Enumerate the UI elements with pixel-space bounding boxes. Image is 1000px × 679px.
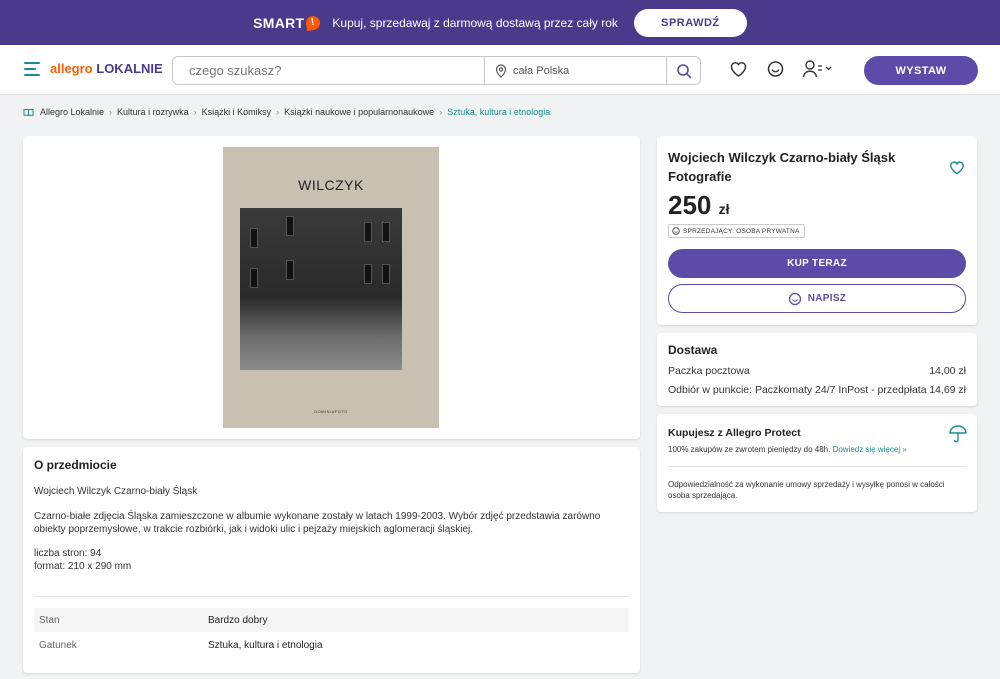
delivery-option: Odbiór w punkcie: Paczkomaty 24/7 InPost…: [668, 384, 966, 396]
delivery-option: Paczka pocztowa 14,00 zł: [668, 365, 966, 377]
price-value: 250: [668, 190, 712, 220]
breadcrumb: Allegro Lokalnie › Kultura i rozrywka › …: [23, 107, 550, 117]
delivery-card: Dostawa Paczka pocztowa 14,00 zł Odbiór …: [657, 333, 977, 406]
logo-lokalnie: LOKALNIE: [96, 61, 163, 76]
book-icon: [23, 108, 34, 116]
divider: [34, 596, 629, 597]
divider: [668, 466, 966, 467]
smart-logo: SMART !: [253, 14, 322, 31]
message-seller-button[interactable]: NAPISZ: [668, 284, 966, 313]
param-row: Gatunek Sztuka, kultura i etnologia: [34, 633, 629, 657]
price-currency: zł: [718, 201, 730, 217]
param-row: Stan Bardzo dobry: [34, 608, 629, 632]
smile-icon: [672, 227, 680, 235]
seller-responsibility-note: Odpowiedzialność za wykonanie umowy sprz…: [668, 480, 945, 500]
delivery-heading: Dostawa: [668, 343, 718, 357]
param-value: Bardzo dobry: [208, 614, 268, 626]
description-text: format: 210 x 290 mm: [34, 561, 132, 572]
item-description: O przedmiocie Wojciech Wilczyk Czarno-bi…: [23, 447, 640, 673]
messages-chat-icon[interactable]: [766, 60, 785, 78]
site-logo[interactable]: allegro LOKALNIE: [50, 61, 163, 76]
promo-banner: SMART ! Kupuj, sprzedawaj z darmową dost…: [0, 0, 1000, 45]
search-button[interactable]: [667, 57, 700, 84]
param-key: Gatunek: [39, 639, 77, 651]
delivery-name: Paczka pocztowa: [668, 365, 750, 377]
search-input[interactable]: czego szukasz?: [173, 57, 485, 84]
promo-check-button[interactable]: SPRAWDŹ: [633, 8, 747, 37]
cover-photograph: [240, 208, 402, 370]
description-text: Wojciech Wilczyk Czarno-biały Śląsk: [34, 486, 198, 497]
offer-price: 250 zł: [668, 190, 730, 221]
favorites-heart-icon[interactable]: [729, 60, 748, 78]
search-icon: [676, 63, 691, 78]
param-key: Stan: [39, 614, 60, 626]
breadcrumb-item[interactable]: Książki naukowe i popularnonaukowe: [284, 107, 434, 117]
user-menu-icon[interactable]: [802, 59, 832, 79]
site-header: allegro LOKALNIE czego szukasz? cała Pol…: [0, 45, 1000, 95]
product-photo[interactable]: WILCZYK DOMINIAFOTO: [223, 147, 439, 428]
breadcrumb-current[interactable]: Sztuka, kultura i etnologia: [447, 107, 550, 117]
menu-icon[interactable]: [24, 62, 40, 76]
message-label: NAPISZ: [807, 293, 847, 304]
breadcrumb-item[interactable]: Książki i Komiksy: [202, 107, 272, 117]
breadcrumb-item[interactable]: Allegro Lokalnie: [40, 107, 104, 117]
location-value: cała Polska: [513, 64, 570, 77]
cover-title: WILCZYK: [298, 177, 364, 193]
description-text: Czarno-białe zdjęcia Śląska zamieszczone…: [34, 511, 601, 535]
delivery-price: 14,69 zł: [929, 384, 966, 396]
location-pin-icon: [495, 63, 507, 78]
chat-icon: [788, 292, 801, 305]
smart-brand: SMART: [253, 14, 305, 31]
chevron-right-icon: ›: [276, 107, 280, 117]
logo-allegro: allegro: [50, 61, 93, 76]
description-text: liczba stron: 94: [34, 548, 102, 559]
offer-card: Wojciech Wilczyk Czarno-biały Śląsk Foto…: [657, 136, 977, 325]
param-value: Sztuka, kultura i etnologia: [208, 639, 323, 651]
favorite-heart-icon[interactable]: [949, 160, 965, 175]
protect-heading: Kupujesz z Allegro Protect: [668, 427, 801, 439]
seller-badge: SPRZEDAJĄCY: OSOBA PRYWATNA: [668, 224, 805, 238]
description-heading: O przedmiocie: [34, 458, 117, 472]
promo-text: Kupuj, sprzedawaj z darmową dostawą prze…: [332, 15, 618, 30]
umbrella-icon: [949, 425, 967, 443]
seller-type: SPRZEDAJĄCY: OSOBA PRYWATNA: [683, 227, 800, 235]
offer-title: Wojciech Wilczyk Czarno-biały Śląsk Foto…: [668, 150, 896, 184]
delivery-price: 14,00 zł: [929, 365, 966, 377]
search-bar: czego szukasz? cała Polska: [172, 56, 701, 85]
protect-learn-more-link[interactable]: Dowiedz się więcej »: [833, 445, 907, 454]
protect-text: 100% zakupów ze zwrotem pieniędzy do 48h…: [668, 445, 907, 454]
buy-now-button[interactable]: KUP TERAZ: [668, 249, 966, 278]
chevron-right-icon: ›: [439, 107, 443, 117]
cover-publisher: DOMINIAFOTO: [314, 409, 348, 414]
location-select[interactable]: cała Polska: [485, 57, 667, 84]
allegro-protect-card: Kupujesz z Allegro Protect 100% zakupów …: [657, 414, 977, 512]
chevron-right-icon: ›: [109, 107, 113, 117]
product-gallery: WILCZYK DOMINIAFOTO: [23, 136, 640, 439]
breadcrumb-item[interactable]: Kultura i rozrywka: [117, 107, 189, 117]
delivery-name: Odbiór w punkcie: Paczkomaty 24/7 InPost…: [668, 384, 927, 396]
protect-description: 100% zakupów ze zwrotem pieniędzy do 48h…: [668, 445, 831, 454]
sell-button[interactable]: WYSTAW: [864, 56, 978, 85]
smart-badge-icon: !: [305, 14, 322, 31]
chevron-right-icon: ›: [193, 107, 197, 117]
